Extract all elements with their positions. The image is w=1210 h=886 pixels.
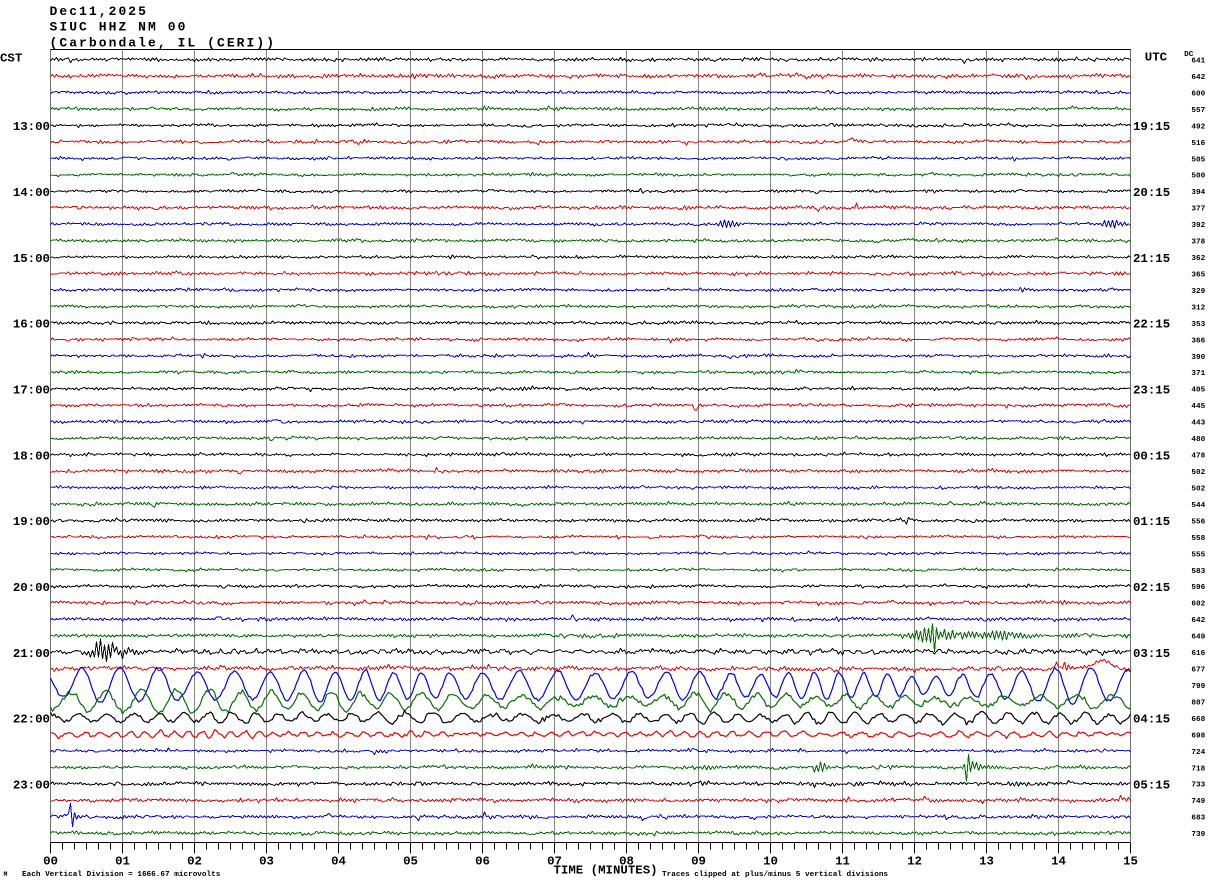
svg-text:03: 03 (259, 855, 274, 869)
svg-text:378: 378 (1191, 239, 1205, 247)
svg-text:749: 749 (1191, 798, 1205, 806)
svg-text:01: 01 (115, 855, 130, 869)
svg-text:19:00: 19:00 (13, 515, 50, 529)
svg-text:556: 556 (1191, 518, 1205, 526)
svg-text:01:15: 01:15 (1133, 515, 1170, 529)
svg-text:05:15: 05:15 (1133, 779, 1170, 793)
svg-text:492: 492 (1191, 123, 1205, 131)
svg-text:596: 596 (1191, 584, 1205, 592)
svg-text:583: 583 (1191, 568, 1205, 576)
svg-text:544: 544 (1191, 502, 1205, 510)
svg-text:312: 312 (1191, 304, 1205, 312)
svg-text:02:15: 02:15 (1133, 581, 1170, 595)
svg-text:602: 602 (1191, 601, 1205, 609)
svg-text:18:00: 18:00 (13, 449, 50, 463)
svg-text:558: 558 (1191, 535, 1205, 543)
svg-text:733: 733 (1191, 782, 1205, 790)
svg-text:371: 371 (1191, 370, 1205, 378)
svg-text:505: 505 (1191, 156, 1205, 164)
svg-text:09: 09 (691, 855, 706, 869)
svg-text:04:15: 04:15 (1133, 713, 1170, 727)
svg-text:14:00: 14:00 (13, 186, 50, 200)
svg-text:21:15: 21:15 (1133, 252, 1170, 266)
svg-text:649: 649 (1191, 634, 1205, 642)
svg-text:394: 394 (1191, 189, 1205, 197)
svg-text:11: 11 (835, 855, 850, 869)
svg-text:677: 677 (1191, 667, 1205, 675)
svg-text:478: 478 (1191, 453, 1205, 461)
svg-text:641: 641 (1191, 58, 1205, 66)
svg-text:UTC: UTC (1145, 51, 1168, 65)
svg-text:329: 329 (1191, 288, 1205, 296)
svg-text:17:00: 17:00 (13, 384, 50, 398)
svg-text:04: 04 (331, 855, 346, 869)
svg-text:06: 06 (475, 855, 490, 869)
svg-text:22:15: 22:15 (1133, 318, 1170, 332)
svg-text:502: 502 (1191, 485, 1205, 493)
svg-text:SIUC HHZ NM 00: SIUC HHZ NM 00 (50, 19, 188, 34)
svg-text:03:15: 03:15 (1133, 647, 1170, 661)
svg-text:724: 724 (1191, 749, 1205, 757)
svg-text:362: 362 (1191, 255, 1205, 263)
svg-text:23:00: 23:00 (13, 779, 50, 793)
svg-text:05: 05 (403, 855, 418, 869)
svg-text:502: 502 (1191, 469, 1205, 477)
svg-text:642: 642 (1191, 74, 1205, 82)
svg-text:555: 555 (1191, 551, 1205, 559)
svg-text:698: 698 (1191, 732, 1205, 740)
svg-text:445: 445 (1191, 403, 1205, 411)
svg-text:366: 366 (1191, 337, 1205, 345)
svg-text:02: 02 (187, 855, 202, 869)
svg-text:M: M (4, 871, 8, 878)
svg-text:377: 377 (1191, 206, 1205, 214)
svg-text:642: 642 (1191, 617, 1205, 625)
svg-text:353: 353 (1191, 321, 1205, 329)
svg-text:16:00: 16:00 (13, 318, 50, 332)
svg-text:00:15: 00:15 (1133, 449, 1170, 463)
svg-text:23:15: 23:15 (1133, 384, 1170, 398)
svg-text:807: 807 (1191, 699, 1205, 707)
svg-text:13: 13 (979, 855, 994, 869)
svg-text:Each Vertical Division = 1666.: Each Vertical Division = 1666.67 microvo… (22, 871, 221, 879)
svg-text:390: 390 (1191, 354, 1205, 362)
svg-text:(Carbondale, IL (CERI)): (Carbondale, IL (CERI)) (50, 36, 277, 51)
svg-text:718: 718 (1191, 765, 1205, 773)
svg-text:21:00: 21:00 (13, 647, 50, 661)
svg-text:19:15: 19:15 (1133, 120, 1170, 134)
svg-text:CST: CST (0, 52, 23, 66)
svg-text:365: 365 (1191, 271, 1205, 279)
svg-text:Dec11,2025: Dec11,2025 (50, 4, 149, 19)
svg-text:TIME (MINUTES): TIME (MINUTES) (554, 863, 658, 877)
svg-text:392: 392 (1191, 222, 1205, 230)
svg-text:15:00: 15:00 (13, 252, 50, 266)
svg-text:480: 480 (1191, 436, 1205, 444)
svg-text:616: 616 (1191, 650, 1205, 658)
svg-text:500: 500 (1191, 173, 1205, 181)
svg-text:Traces clipped at plus/minus 5: Traces clipped at plus/minus 5 vertical … (662, 871, 888, 879)
svg-text:15: 15 (1123, 855, 1138, 869)
svg-text:668: 668 (1191, 716, 1205, 724)
svg-text:516: 516 (1191, 140, 1205, 148)
svg-text:600: 600 (1191, 90, 1205, 98)
svg-text:13:00: 13:00 (13, 120, 50, 134)
svg-text:22:00: 22:00 (13, 713, 50, 727)
svg-text:12: 12 (907, 855, 922, 869)
svg-text:683: 683 (1191, 815, 1205, 823)
svg-text:14: 14 (1051, 855, 1066, 869)
svg-text:799: 799 (1191, 683, 1205, 691)
svg-text:20:00: 20:00 (13, 581, 50, 595)
svg-text:557: 557 (1191, 107, 1205, 115)
svg-text:00: 00 (43, 855, 58, 869)
svg-text:405: 405 (1191, 387, 1205, 395)
svg-text:10: 10 (763, 855, 778, 869)
svg-text:739: 739 (1191, 831, 1205, 839)
svg-text:20:15: 20:15 (1133, 186, 1170, 200)
svg-text:443: 443 (1191, 420, 1205, 428)
